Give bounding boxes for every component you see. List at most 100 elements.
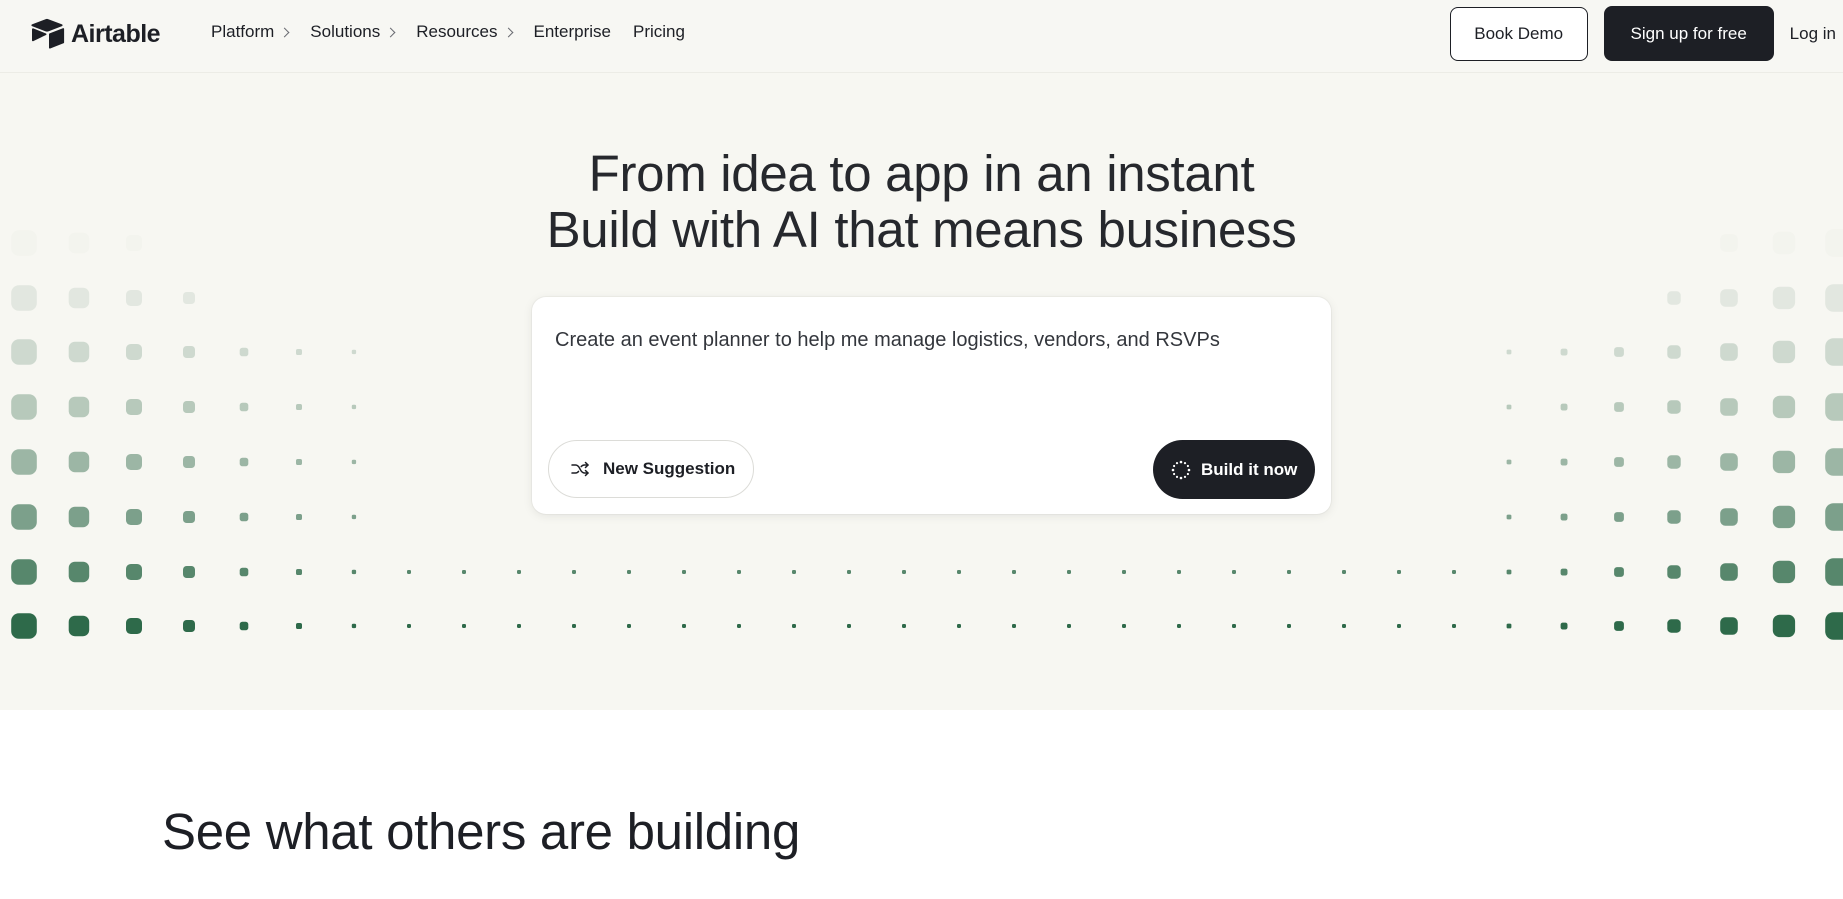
sign-up-button[interactable]: Sign up for free — [1603, 6, 1774, 61]
decorative-dot — [1614, 457, 1624, 467]
decorative-dot — [68, 341, 90, 363]
section-title: See what others are building — [162, 803, 801, 860]
decorative-dot — [1825, 448, 1843, 476]
decorative-dot — [183, 346, 195, 358]
decorative-dot — [1720, 508, 1738, 526]
decorative-dot — [1397, 570, 1401, 574]
decorative-dot — [1720, 289, 1738, 307]
nav-item-solutions[interactable]: Solutions — [310, 22, 396, 42]
decorative-dot — [682, 624, 686, 628]
nav-item-label: Platform — [211, 22, 275, 41]
decorative-dot — [239, 512, 249, 522]
decorative-dot — [239, 457, 249, 467]
build-it-now-button[interactable]: Build it now — [1153, 440, 1315, 499]
decorative-dot — [1177, 624, 1181, 628]
decorative-dot — [572, 624, 576, 628]
decorative-dot — [1122, 570, 1126, 574]
decorative-dot — [1720, 343, 1738, 361]
decorative-dot — [68, 615, 90, 637]
decorative-dot — [1720, 617, 1738, 635]
hero-title-line-2: Build with AI that means business — [546, 201, 1297, 258]
decorative-dot — [1506, 349, 1512, 355]
shuffle-icon — [571, 461, 589, 477]
main-nav: Platform Solutions Resources Enterprise … — [211, 22, 707, 42]
decorative-dot — [1772, 340, 1796, 364]
decorative-dot — [1772, 286, 1796, 310]
hero-title-line-1: From idea to app in an instant — [588, 145, 1255, 202]
decorative-dot — [1667, 455, 1681, 469]
decorative-dot — [183, 401, 195, 413]
decorative-dot — [1772, 395, 1796, 419]
nav-item-label: Pricing — [632, 22, 685, 41]
decorative-dot — [126, 344, 142, 360]
new-suggestion-button[interactable]: New Suggestion — [548, 440, 754, 498]
airtable-logo[interactable]: Airtable — [29, 18, 161, 50]
decorative-dot — [351, 569, 357, 575]
decorative-dot — [1667, 619, 1681, 633]
decorative-dot — [1720, 398, 1738, 416]
decorative-dot — [126, 618, 142, 634]
decorative-dot — [11, 613, 37, 639]
decorative-dot — [11, 339, 37, 365]
decorative-dot — [183, 292, 195, 304]
nav-actions: Book Demo Sign up for free Log in — [1449, 6, 1836, 61]
decorative-dot — [126, 290, 142, 306]
prompt-card: Create an event planner to help me manag… — [532, 297, 1331, 514]
decorative-dot — [296, 404, 302, 410]
decorative-dot — [1232, 570, 1236, 574]
decorative-dot — [627, 570, 631, 574]
decorative-dot — [1772, 614, 1796, 638]
decorative-dot — [517, 624, 521, 628]
decorative-dot — [183, 456, 195, 468]
decorative-dot — [902, 624, 906, 628]
log-in-link[interactable]: Log in — [1790, 24, 1836, 44]
decorative-dot — [407, 570, 411, 574]
chevron-right-icon — [385, 27, 396, 38]
decorative-dot — [1560, 458, 1568, 466]
decorative-dot — [68, 451, 90, 473]
decorative-dot — [1667, 565, 1681, 579]
decorative-dot — [1122, 624, 1126, 628]
decorative-dot — [1825, 503, 1843, 531]
nav-item-label: Resources — [416, 22, 498, 41]
decorative-dot — [682, 570, 686, 574]
nav-item-pricing[interactable]: Pricing — [633, 22, 685, 42]
decorative-dot — [902, 570, 906, 574]
hero-section: From idea to app in an instant Build wit… — [0, 72, 1843, 710]
decorative-dot — [1560, 348, 1568, 356]
prompt-input[interactable]: Create an event planner to help me manag… — [555, 329, 1220, 352]
decorative-dot — [126, 564, 142, 580]
book-demo-button[interactable]: Book Demo — [1449, 6, 1588, 61]
decorative-dot — [11, 394, 37, 420]
decorative-dot — [1667, 400, 1681, 414]
decorative-dot — [1342, 624, 1346, 628]
new-suggestion-label: New Suggestion — [603, 459, 736, 478]
decorative-dot — [1825, 284, 1843, 312]
decorative-dot — [1012, 624, 1016, 628]
decorative-dot — [737, 624, 741, 628]
decorative-dot — [351, 514, 357, 520]
decorative-dot — [1720, 563, 1738, 581]
decorative-dot — [11, 504, 37, 530]
decorative-dot — [1667, 291, 1681, 305]
decorative-dot — [1667, 510, 1681, 524]
decorative-dot — [1825, 612, 1843, 640]
nav-item-resources[interactable]: Resources — [416, 22, 513, 42]
nav-item-label: Solutions — [310, 22, 381, 41]
decorative-dot — [126, 509, 142, 525]
decorative-dot — [1614, 512, 1624, 522]
decorative-dot — [11, 559, 37, 585]
nav-item-enterprise[interactable]: Enterprise — [534, 22, 611, 42]
decorative-dot — [1772, 560, 1796, 584]
decorative-dot — [1772, 505, 1796, 529]
nav-item-platform[interactable]: Platform — [211, 22, 290, 42]
decorative-dot — [11, 449, 37, 475]
decorative-dot — [351, 459, 357, 465]
decorative-dot — [1177, 570, 1181, 574]
decorative-dot — [1825, 338, 1843, 366]
decorative-dot — [1067, 570, 1071, 574]
nav-item-label: Enterprise — [533, 22, 611, 41]
decorative-dot — [1560, 622, 1568, 630]
decorative-dot — [296, 459, 302, 465]
decorative-dot — [126, 454, 142, 470]
